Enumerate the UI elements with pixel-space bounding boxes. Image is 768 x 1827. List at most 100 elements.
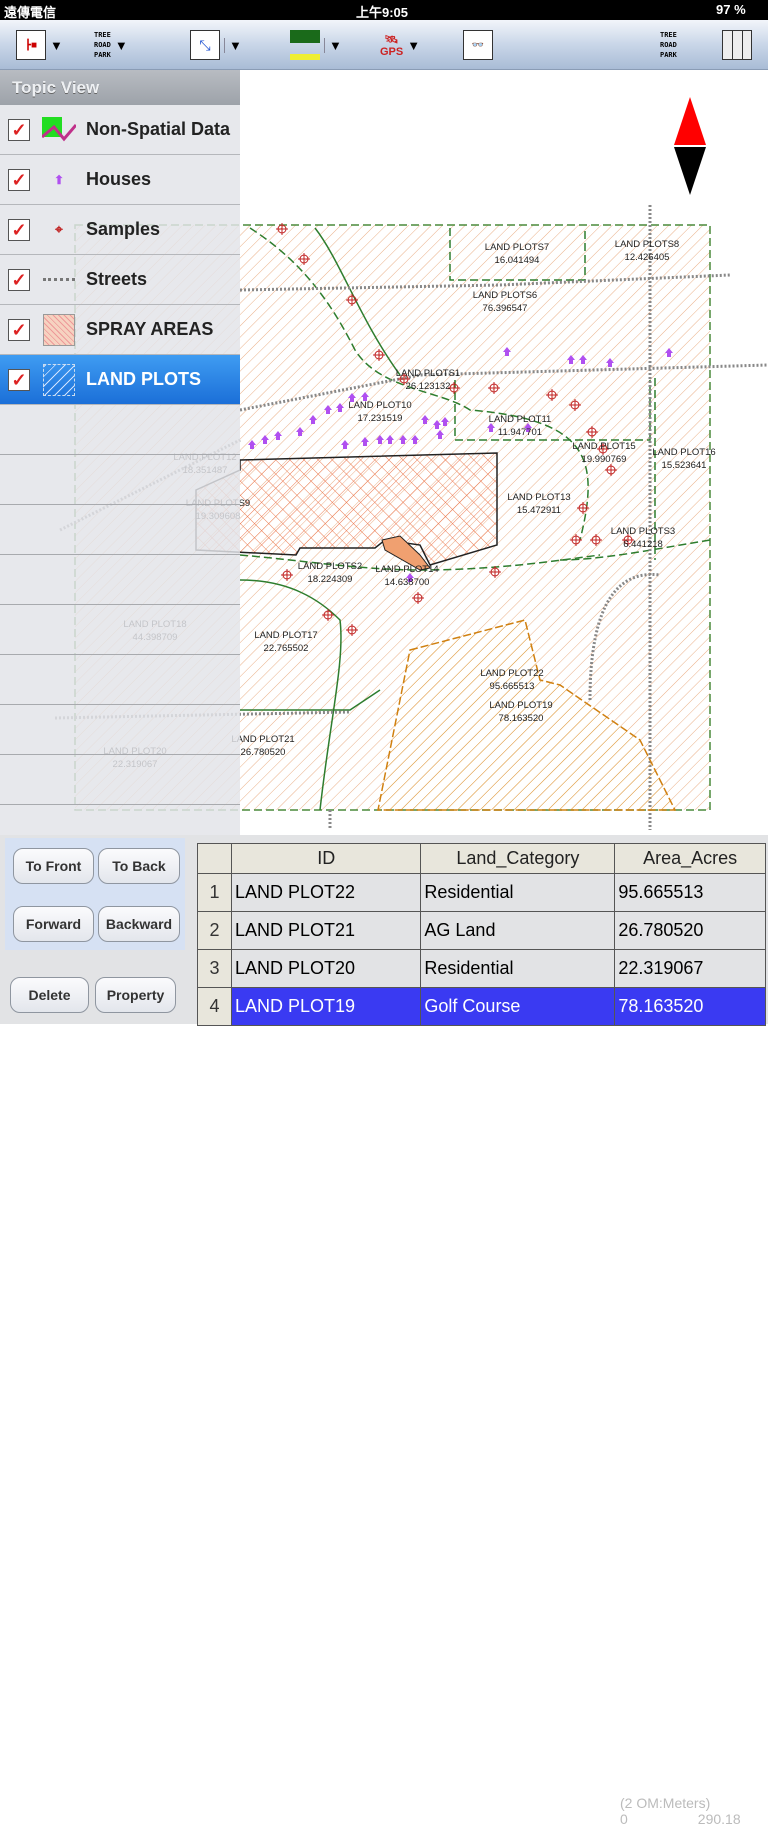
layer-land-plots[interactable]: ✓ LAND PLOTS: [0, 355, 240, 405]
toolbar: ┣■ ▼ TREE ROAD PARK ▼ ⤡ ▼ ▼ 🛰 GPS ▼ 👓 TREE ROAD P…: [0, 20, 768, 70]
forward-button[interactable]: Forward: [13, 906, 94, 942]
layer-label: Non-Spatial Data: [86, 119, 231, 139]
layer-label: Houses: [86, 169, 152, 189]
plot-label: LAND PLOT16: [652, 447, 715, 458]
column-land-category[interactable]: Land_Category: [420, 843, 616, 874]
plot-label: 76.396547: [483, 303, 528, 314]
topic-view-title: Topic View: [0, 70, 240, 105]
to-back-button[interactable]: To Back: [98, 848, 180, 884]
plot-label: 95.665513: [490, 681, 535, 692]
hatch-icon: [42, 363, 76, 397]
plot-label: LAND PLOTS3: [611, 526, 675, 537]
gps-button[interactable]: 🛰 GPS ▼: [380, 28, 420, 62]
plot-label: 18.224309: [308, 574, 353, 585]
layer-label: Streets: [86, 269, 148, 289]
gps-icon: 🛰 GPS: [380, 33, 404, 58]
legend-view-button[interactable]: TREE ROAD PARK: [660, 28, 677, 62]
measure-button[interactable]: ▼: [290, 28, 342, 62]
plot-label: 15.472911: [517, 505, 561, 516]
layer-streets[interactable]: ✓ Streets: [0, 255, 240, 305]
plot-label: 12.426405: [625, 252, 670, 263]
column-area-acres[interactable]: Area_Acres: [614, 843, 766, 874]
status-bar: 遠傳電信 上午9:05 97 %: [0, 0, 768, 20]
plot-label: 6.441218: [623, 539, 663, 550]
property-button[interactable]: Property: [95, 977, 176, 1013]
dotted-line-icon: [42, 263, 76, 297]
plot-label: 78.163520: [499, 713, 544, 724]
layer-label: LAND PLOTS: [86, 369, 201, 389]
house-icon: ⬆: [53, 172, 65, 187]
plot-label: 22.765502: [264, 643, 309, 654]
expand-icon: ⤡: [190, 30, 220, 60]
plot-label: LAND PLOT10: [348, 400, 411, 411]
checkbox[interactable]: ✓: [8, 268, 30, 291]
table-row[interactable]: 3 LAND PLOT20 Residential 22.319067: [197, 949, 766, 988]
table-row-selected[interactable]: 4 LAND PLOT19 Golf Course 78.163520: [197, 987, 766, 1026]
binoculars-icon: 👓: [463, 30, 493, 60]
table-row[interactable]: 1 LAND PLOT22 Residential 95.665513: [197, 873, 766, 912]
plot-label: 14.638700: [385, 577, 430, 588]
checkbox[interactable]: ✓: [8, 218, 30, 241]
layer-non-spatial-data[interactable]: ✓ Non-Spatial Data: [0, 105, 240, 155]
layer-spray-areas[interactable]: ✓ SPRAY AREAS: [0, 305, 240, 355]
table-icon: [722, 30, 752, 60]
plot-label: 26.123132: [406, 381, 451, 392]
carrier: 遠傳電信: [4, 5, 57, 20]
plot-label: LAND PLOTS7: [485, 242, 549, 253]
scale-bar: (2 OM:Meters) 0 290.18: [620, 1795, 741, 1827]
dropdown-arrow-icon: ▼: [324, 37, 342, 53]
north-arrow-icon: [674, 97, 706, 195]
plot-label: LAND PLOTS8: [615, 239, 679, 250]
attribute-table: ID Land_Category Area_Acres 1 LAND PLOT22 Re…: [197, 843, 766, 1026]
plot-label: 11.947701: [498, 427, 542, 438]
layer-label: SPRAY AREAS: [86, 319, 214, 339]
dropdown-arrow-icon: ▼: [50, 37, 63, 53]
delete-button[interactable]: Delete: [10, 977, 89, 1013]
plot-label: LAND PLOT11: [489, 414, 552, 425]
checkbox[interactable]: ✓: [8, 118, 30, 141]
to-front-button[interactable]: To Front: [13, 848, 94, 884]
layer-label: Samples: [86, 219, 161, 239]
query-button[interactable]: 👓: [463, 28, 493, 62]
spray-area[interactable]: [195, 452, 498, 566]
table-row[interactable]: 2 LAND PLOT21 AG Land 26.780520: [197, 911, 766, 950]
checkbox[interactable]: ✓: [8, 368, 30, 391]
backward-button[interactable]: Backward: [98, 906, 180, 942]
checkbox[interactable]: ✓: [8, 318, 30, 341]
chart-icon: [42, 113, 76, 147]
dropdown-arrow-icon: ▼: [407, 37, 421, 53]
legend-icon: TREE ROAD PARK: [660, 31, 677, 59]
ruler-icon: [290, 30, 320, 60]
column-id[interactable]: ID: [230, 843, 422, 874]
plot-label: LAND PLOT13: [507, 492, 570, 503]
bottom-panel: To Front To Back Forward Backward Delete…: [0, 835, 768, 1827]
crosshatch-icon: [42, 313, 76, 347]
plot-label: 26.780520: [241, 747, 286, 758]
zoom-extent-button[interactable]: ⤡ ▼: [190, 28, 242, 62]
legend-button[interactable]: TREE ROAD PARK ▼: [94, 28, 128, 62]
sample-crosshair-icon: ⌖: [55, 221, 63, 237]
table-view-button[interactable]: [722, 28, 752, 62]
legend-icon: TREE ROAD PARK: [94, 31, 111, 59]
topic-tree-button[interactable]: ┣■ ▼: [16, 28, 63, 62]
plot-label: LAND PLOT19: [489, 700, 552, 711]
table-header: ID Land_Category Area_Acres: [197, 843, 766, 874]
layer-samples[interactable]: ✓ ⌖ Samples: [0, 205, 240, 255]
plot-label: LAND PLOTS2: [298, 561, 362, 572]
plot-label: LAND PLOT14: [375, 564, 438, 575]
dropdown-arrow-icon: ▼: [114, 37, 128, 53]
plot-label: 17.231519: [358, 413, 403, 424]
plot-label: 19.990769: [582, 454, 627, 465]
plot-label: LAND PLOT21: [231, 734, 294, 745]
dropdown-arrow-icon: ▼: [224, 37, 242, 53]
plot-label: LAND PLOTS1: [396, 368, 460, 379]
plot-label: LAND PLOT22: [480, 668, 543, 679]
plot-label: 15.523641: [662, 460, 707, 471]
tree-icon: ┣■: [16, 30, 46, 60]
plot-label: 16.041494: [495, 255, 540, 266]
battery: 97 %: [716, 2, 746, 17]
layer-houses[interactable]: ✓ ⬆ Houses: [0, 155, 240, 205]
clock: 上午9:05: [356, 5, 409, 20]
checkbox[interactable]: ✓: [8, 168, 30, 191]
plot-label: LAND PLOT17: [254, 630, 317, 641]
